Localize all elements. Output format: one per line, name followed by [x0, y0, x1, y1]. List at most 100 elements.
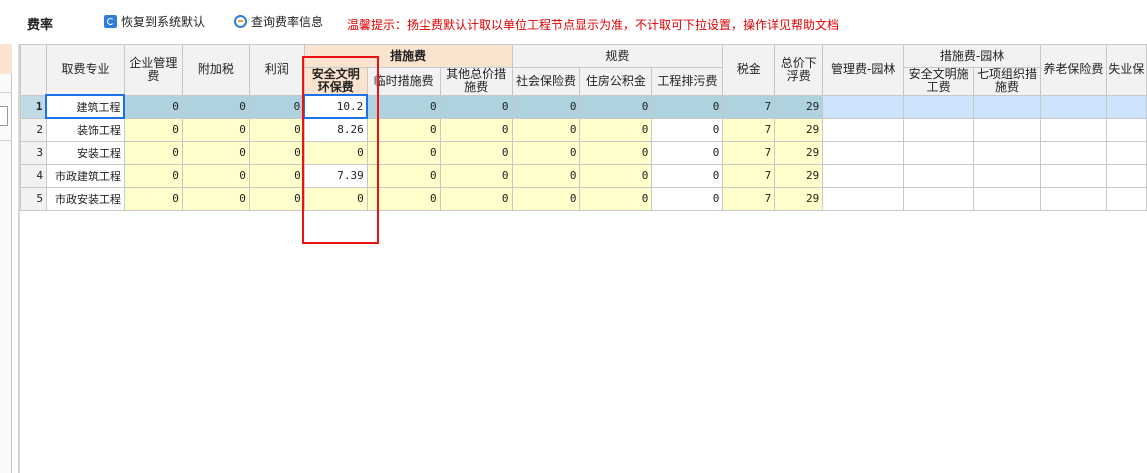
- safety-cell[interactable]: 8.26: [303, 117, 368, 142]
- surtax-cell[interactable]: 0: [181, 163, 250, 188]
- profit-cell[interactable]: 0: [248, 117, 305, 142]
- seven-items-cell[interactable]: [973, 94, 1041, 119]
- other-total-cell[interactable]: 0: [439, 140, 513, 165]
- profit-cell[interactable]: 0: [248, 186, 305, 211]
- float-cell[interactable]: 29: [774, 163, 824, 188]
- pension-cell[interactable]: [1039, 163, 1107, 188]
- sewage-cell[interactable]: 0: [651, 140, 724, 165]
- safety-garden-cell[interactable]: [903, 186, 975, 211]
- mgmt-cell[interactable]: 0: [123, 163, 183, 188]
- pension-cell[interactable]: [1039, 117, 1107, 142]
- mgmt-cell[interactable]: 0: [123, 140, 183, 165]
- seven-items-cell[interactable]: [973, 163, 1041, 188]
- safety-garden-cell[interactable]: [903, 117, 975, 142]
- housing-cell[interactable]: 0: [579, 94, 653, 119]
- mgmt-garden-cell[interactable]: [822, 163, 905, 188]
- social-cell[interactable]: 0: [511, 117, 581, 142]
- table-row[interactable]: 1 建筑工程 0 0 0 10.2 0 0 0 0 0 7 29: [20, 94, 1147, 119]
- pension-cell[interactable]: [1039, 140, 1107, 165]
- header-mgmt-garden: 管理费-园林: [822, 44, 905, 96]
- mgmt-cell[interactable]: 0: [123, 186, 183, 211]
- mgmt-garden-cell[interactable]: [822, 117, 905, 142]
- restore-default-label: 恢复到系统默认: [121, 15, 206, 29]
- table-row[interactable]: 3 安装工程 0 0 0 0 0 0 0 0 0 7 29: [20, 140, 1147, 165]
- tip-text: 温馨提示：扬尘费默认计取以单位工程节点显示为准，不计取可下拉设置，操作详见帮助文…: [347, 18, 840, 32]
- safety-garden-cell[interactable]: [903, 163, 975, 188]
- temp-cell[interactable]: 0: [366, 117, 441, 142]
- other-total-cell[interactable]: 0: [439, 94, 513, 119]
- unemployment-cell[interactable]: [1105, 186, 1147, 211]
- seven-items-cell[interactable]: [973, 140, 1041, 165]
- header-seven-items: 七项组织措施费: [973, 67, 1041, 96]
- temp-cell[interactable]: 0: [366, 163, 441, 188]
- table-row[interactable]: 4 市政建筑工程 0 0 0 7.39 0 0 0 0 0 7 29: [20, 163, 1147, 188]
- safety-cell[interactable]: 0: [303, 140, 368, 165]
- tax-cell[interactable]: 7: [722, 163, 776, 188]
- table-row[interactable]: 5 市政安装工程 0 0 0 0 0 0 0 0 0 7 29: [20, 186, 1147, 211]
- temp-cell[interactable]: 0: [366, 94, 441, 119]
- tax-cell[interactable]: 7: [722, 186, 776, 211]
- sewage-cell[interactable]: 0: [651, 117, 724, 142]
- profession-cell[interactable]: 市政安装工程: [45, 186, 125, 211]
- profit-cell[interactable]: 0: [248, 94, 305, 119]
- table-row[interactable]: 2 装饰工程 0 0 0 8.26 0 0 0 0 0 7 29: [20, 117, 1147, 142]
- profession-cell[interactable]: 建筑工程: [45, 94, 126, 119]
- surtax-cell[interactable]: 0: [181, 140, 250, 165]
- other-total-cell[interactable]: 0: [439, 163, 513, 188]
- surtax-cell[interactable]: 0: [181, 94, 250, 119]
- float-cell[interactable]: 29: [774, 186, 824, 211]
- sewage-cell[interactable]: 0: [651, 186, 724, 211]
- profession-cell[interactable]: 市政建筑工程: [45, 163, 125, 188]
- safety-cell[interactable]: 10.2: [303, 94, 369, 119]
- temp-cell[interactable]: 0: [366, 140, 441, 165]
- mgmt-garden-cell[interactable]: [822, 186, 905, 211]
- unemployment-cell[interactable]: [1105, 94, 1147, 119]
- unemployment-cell[interactable]: [1105, 117, 1147, 142]
- restore-default-button[interactable]: 恢复到系统默认: [104, 13, 205, 30]
- sewage-cell[interactable]: 0: [651, 94, 724, 119]
- social-cell[interactable]: 0: [511, 94, 581, 119]
- social-cell[interactable]: 0: [511, 186, 581, 211]
- seven-items-cell[interactable]: [973, 186, 1041, 211]
- sewage-cell[interactable]: 0: [651, 163, 724, 188]
- other-total-cell[interactable]: 0: [439, 186, 513, 211]
- tax-cell[interactable]: 7: [722, 94, 776, 119]
- pension-cell[interactable]: [1039, 94, 1107, 119]
- unemployment-cell[interactable]: [1105, 163, 1147, 188]
- query-rate-button[interactable]: 查询费率信息: [234, 13, 323, 30]
- query-icon: [234, 15, 247, 28]
- unemployment-cell[interactable]: [1105, 140, 1147, 165]
- housing-cell[interactable]: 0: [579, 117, 653, 142]
- float-cell[interactable]: 29: [774, 140, 824, 165]
- other-total-cell[interactable]: 0: [439, 117, 513, 142]
- mgmt-garden-cell[interactable]: [822, 94, 905, 119]
- header-profession: 取费专业: [45, 44, 125, 96]
- social-cell[interactable]: 0: [511, 140, 581, 165]
- mgmt-cell[interactable]: 0: [123, 94, 183, 119]
- surtax-cell[interactable]: 0: [181, 186, 250, 211]
- housing-cell[interactable]: 0: [579, 163, 653, 188]
- housing-cell[interactable]: 0: [579, 186, 653, 211]
- profession-cell[interactable]: 装饰工程: [45, 117, 125, 142]
- tax-cell[interactable]: 7: [722, 117, 776, 142]
- mgmt-garden-cell[interactable]: [822, 140, 905, 165]
- float-cell[interactable]: 29: [774, 117, 824, 142]
- mgmt-cell[interactable]: 0: [123, 117, 183, 142]
- pension-cell[interactable]: [1039, 186, 1107, 211]
- safety-garden-cell[interactable]: [903, 140, 975, 165]
- temp-cell[interactable]: 0: [366, 186, 441, 211]
- profit-cell[interactable]: 0: [248, 140, 305, 165]
- header-pension: 养老保险费: [1039, 44, 1107, 96]
- housing-cell[interactable]: 0: [579, 140, 653, 165]
- tax-cell[interactable]: 7: [722, 140, 776, 165]
- seven-items-cell[interactable]: [973, 117, 1041, 142]
- surtax-cell[interactable]: 0: [181, 117, 250, 142]
- left-panel-input[interactable]: [0, 106, 8, 126]
- safety-cell[interactable]: 0: [303, 186, 368, 211]
- profit-cell[interactable]: 0: [248, 163, 305, 188]
- safety-garden-cell[interactable]: [903, 94, 975, 119]
- safety-cell[interactable]: 7.39: [303, 163, 368, 188]
- social-cell[interactable]: 0: [511, 163, 581, 188]
- float-cell[interactable]: 29: [774, 94, 824, 119]
- profession-cell[interactable]: 安装工程: [45, 140, 125, 165]
